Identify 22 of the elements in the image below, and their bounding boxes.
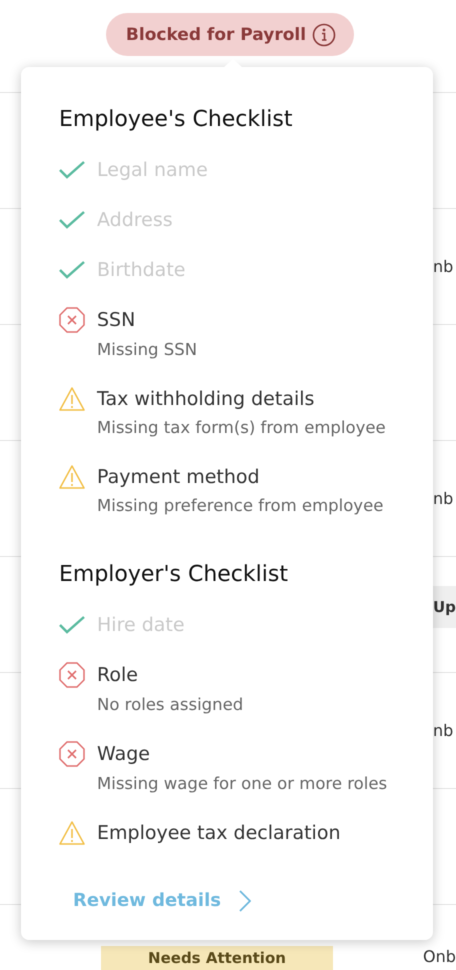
table-cell: nb [433,721,454,740]
checklist-title: Employee's Checklist [59,106,294,134]
checklist-item-detail: No roles assigned [97,694,244,716]
checklist-item-label: Role [97,663,139,688]
checklist-item-detail: Missing SSN [97,339,198,361]
checklist-item-detail: Missing tax form(s) from employee [97,417,387,439]
table-cell: nb [433,257,454,276]
checklist-item-label: Wage [97,742,151,767]
table-button[interactable]: Up [433,586,456,628]
status-badge[interactable]: Blocked for Payroll [106,13,354,56]
table-cell: nb [433,489,454,508]
checklist-item-detail: Missing wage for one or more roles [97,773,388,795]
checklist-item-label: SSN [97,308,136,333]
chevron-right-icon [238,890,251,912]
info-icon [312,22,336,46]
table-cell: Onb [423,947,456,966]
needs-attention-badge: Needs Attention [101,946,333,970]
checklist-item-label: Employee tax declaration [97,821,342,846]
checklist-title: Employer's Checklist [59,561,289,589]
checklist-item-label: Payment method [97,465,261,490]
checklist-item-label: Tax withholding details [97,387,316,412]
checklist-item-detail: Missing preference from employee [97,495,384,517]
